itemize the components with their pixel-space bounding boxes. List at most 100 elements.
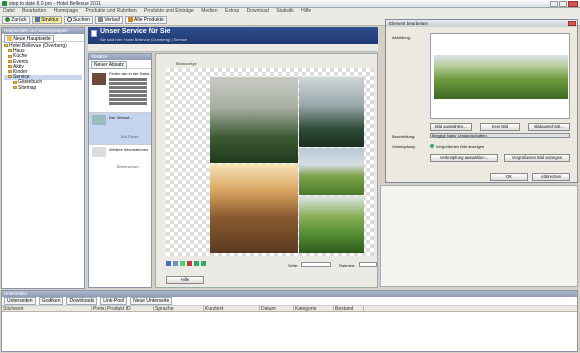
structure-panel: Hauptseiten und Warengruppen Neue Haupts…: [1, 27, 85, 289]
editor-tools: [166, 261, 246, 269]
window-title: step to date 8.0 pro - Hotel Bellevue 20…: [9, 1, 101, 7]
description-input[interactable]: Bergige Natur Umlandschaften: [430, 133, 570, 138]
section-label: Weitere Informationen: [109, 147, 149, 152]
menu-item-rubrics[interactable]: Produkte und Rubriken: [86, 8, 137, 15]
column-language[interactable]: Sprache: [154, 306, 204, 311]
new-section-button[interactable]: Neuer Absatz: [91, 61, 128, 69]
new-main-page-button[interactable]: Neue Hauptseite: [4, 35, 54, 43]
delete-icon[interactable]: [187, 261, 192, 266]
menu-item-entries[interactable]: Produkte und Einträge: [144, 8, 194, 15]
page-title: Unser Service für Sie: [100, 28, 171, 35]
folder-icon: [8, 64, 12, 68]
tree-item-sitemap[interactable]: Sitemap: [4, 85, 82, 91]
photo-forest[interactable]: [210, 77, 298, 163]
photo-hills[interactable]: [299, 148, 364, 195]
photo-lake[interactable]: [299, 77, 364, 147]
section-item[interactable]: Weitere Informationen Bildverweisen: [89, 145, 151, 173]
choose-image-button[interactable]: Bild auswählen...: [430, 123, 472, 131]
move-left-icon[interactable]: [194, 261, 199, 266]
grid-icon[interactable]: [173, 261, 178, 266]
search-button[interactable]: Suchen: [63, 16, 93, 24]
close-button[interactable]: [568, 1, 578, 7]
sections-panel: Absätze Neuer Absatz Ferien wie in der N…: [88, 53, 152, 288]
structure-button[interactable]: Struktur: [31, 16, 62, 24]
image-editor: Bildanzeige Seite: Rahmen: Hilfe: [155, 53, 378, 288]
menu-item-media[interactable]: Medien: [201, 8, 217, 15]
photo-valley[interactable]: [299, 196, 364, 253]
column-short-text[interactable]: Kurztext: [204, 306, 260, 311]
show-enlarged-button[interactable]: Vergrößertes Bild anzeigen: [504, 154, 570, 162]
table-header: Stichwort Preis Produkt ID Sprache Kurztext D…: [2, 306, 577, 312]
menu-item-stats[interactable]: Statistik: [276, 8, 294, 15]
tab-graphics[interactable]: Grafiken: [38, 297, 64, 305]
column-keyword[interactable]: Stichwort: [2, 306, 92, 311]
folder-icon: [13, 80, 17, 84]
text-icon: [92, 147, 106, 157]
back-button[interactable]: Zurück: [2, 16, 30, 24]
dialog-title-bar: Element bearbeiten: [386, 20, 577, 27]
page-header: Unser Service für Sie Sie sind hier: Hot…: [88, 27, 378, 44]
column-product-id[interactable]: Produkt ID: [106, 306, 154, 311]
border-select[interactable]: [359, 262, 377, 267]
link-status-icon: [430, 144, 434, 148]
dialog-cancel-button[interactable]: Abbrechen: [532, 173, 570, 181]
menu-item-file[interactable]: Datei: [3, 8, 15, 15]
search-icon: [66, 17, 72, 23]
folder-icon: [8, 70, 12, 74]
section-item[interactable]: Ferien wie in der Natur...: [89, 69, 151, 113]
page-label: Seite:: [288, 263, 299, 268]
tab-downloads[interactable]: Downloads: [66, 297, 98, 305]
page-tree: Hotel Bellevue (Overberg) Haus Küche Eve…: [2, 42, 84, 93]
section-caption: Bildverweisen: [117, 165, 139, 169]
folder-open-icon: [8, 75, 12, 79]
all-products-button[interactable]: Alle Produkte: [124, 16, 167, 24]
link-label: Verknüpfung:: [392, 144, 416, 149]
menu-bar: Datei Bearbeiten Homepage Produkte und R…: [0, 8, 580, 15]
folder-icon: [8, 54, 12, 58]
home-folder-icon: [4, 44, 8, 48]
select-icon[interactable]: [180, 261, 185, 266]
folder-icon: [8, 59, 12, 63]
column-date[interactable]: Datum: [260, 306, 294, 311]
editor-toolbar: [88, 44, 378, 52]
column-stock[interactable]: Bestand: [334, 306, 364, 311]
history-button[interactable]: Verlauf: [94, 16, 123, 24]
column-category[interactable]: Kategorie: [294, 306, 334, 311]
title-bar: step to date 8.0 pro - Hotel Bellevue 20…: [0, 0, 580, 8]
dialog-close-button[interactable]: [568, 21, 576, 26]
crop-button[interactable]: Bildausschnitt...: [528, 123, 570, 131]
menu-item-homepage[interactable]: Homepage: [54, 8, 78, 15]
section-label: Ferien wie in der Natur...: [109, 71, 151, 76]
section-item-selected[interactable]: Der Verlauf... Bild-Plasse: [89, 113, 151, 145]
new-subpage-button[interactable]: Neue Unterseite: [130, 297, 173, 305]
editor-label: Bildanzeige: [176, 61, 197, 66]
minimize-button[interactable]: [550, 1, 558, 7]
menu-item-extras[interactable]: Extras: [225, 8, 239, 15]
layout-icon[interactable]: [166, 261, 171, 266]
image-preview-frame: [430, 33, 570, 119]
page-select[interactable]: [301, 262, 331, 267]
no-image-button[interactable]: Kein Bild: [480, 123, 520, 131]
border-label: Rahmen:: [339, 263, 356, 268]
structure-icon: [34, 17, 40, 23]
app-icon: [2, 1, 7, 6]
back-arrow-icon: [5, 17, 10, 23]
element-dialog: Element bearbeiten Abbildung: Bild auswä…: [385, 19, 578, 183]
history-icon: [97, 17, 103, 23]
photo-boardwalk[interactable]: [210, 164, 298, 253]
image-preview: [434, 55, 568, 99]
column-price[interactable]: Preis: [92, 306, 106, 311]
tab-subpages[interactable]: Unterseiten: [4, 297, 36, 305]
help-button[interactable]: Hilfe: [166, 276, 204, 284]
move-right-icon[interactable]: [201, 261, 206, 266]
choose-link-button[interactable]: Verknüpfung auswählen...: [430, 154, 498, 162]
tab-link-pool[interactable]: Link-Pool: [100, 297, 128, 305]
link-text: Vergrößertes Bild anzeigen: [436, 144, 485, 149]
menu-item-help[interactable]: Hilfe: [301, 8, 311, 15]
menu-item-download[interactable]: Download: [247, 8, 269, 15]
page-icon: [91, 30, 97, 37]
subpages-panel: Unterseiten Unterseiten Grafiken Downloa…: [1, 290, 578, 352]
maximize-button[interactable]: [559, 1, 567, 7]
dialog-ok-button[interactable]: OK: [490, 173, 528, 181]
menu-item-edit[interactable]: Bearbeiten: [22, 8, 46, 15]
